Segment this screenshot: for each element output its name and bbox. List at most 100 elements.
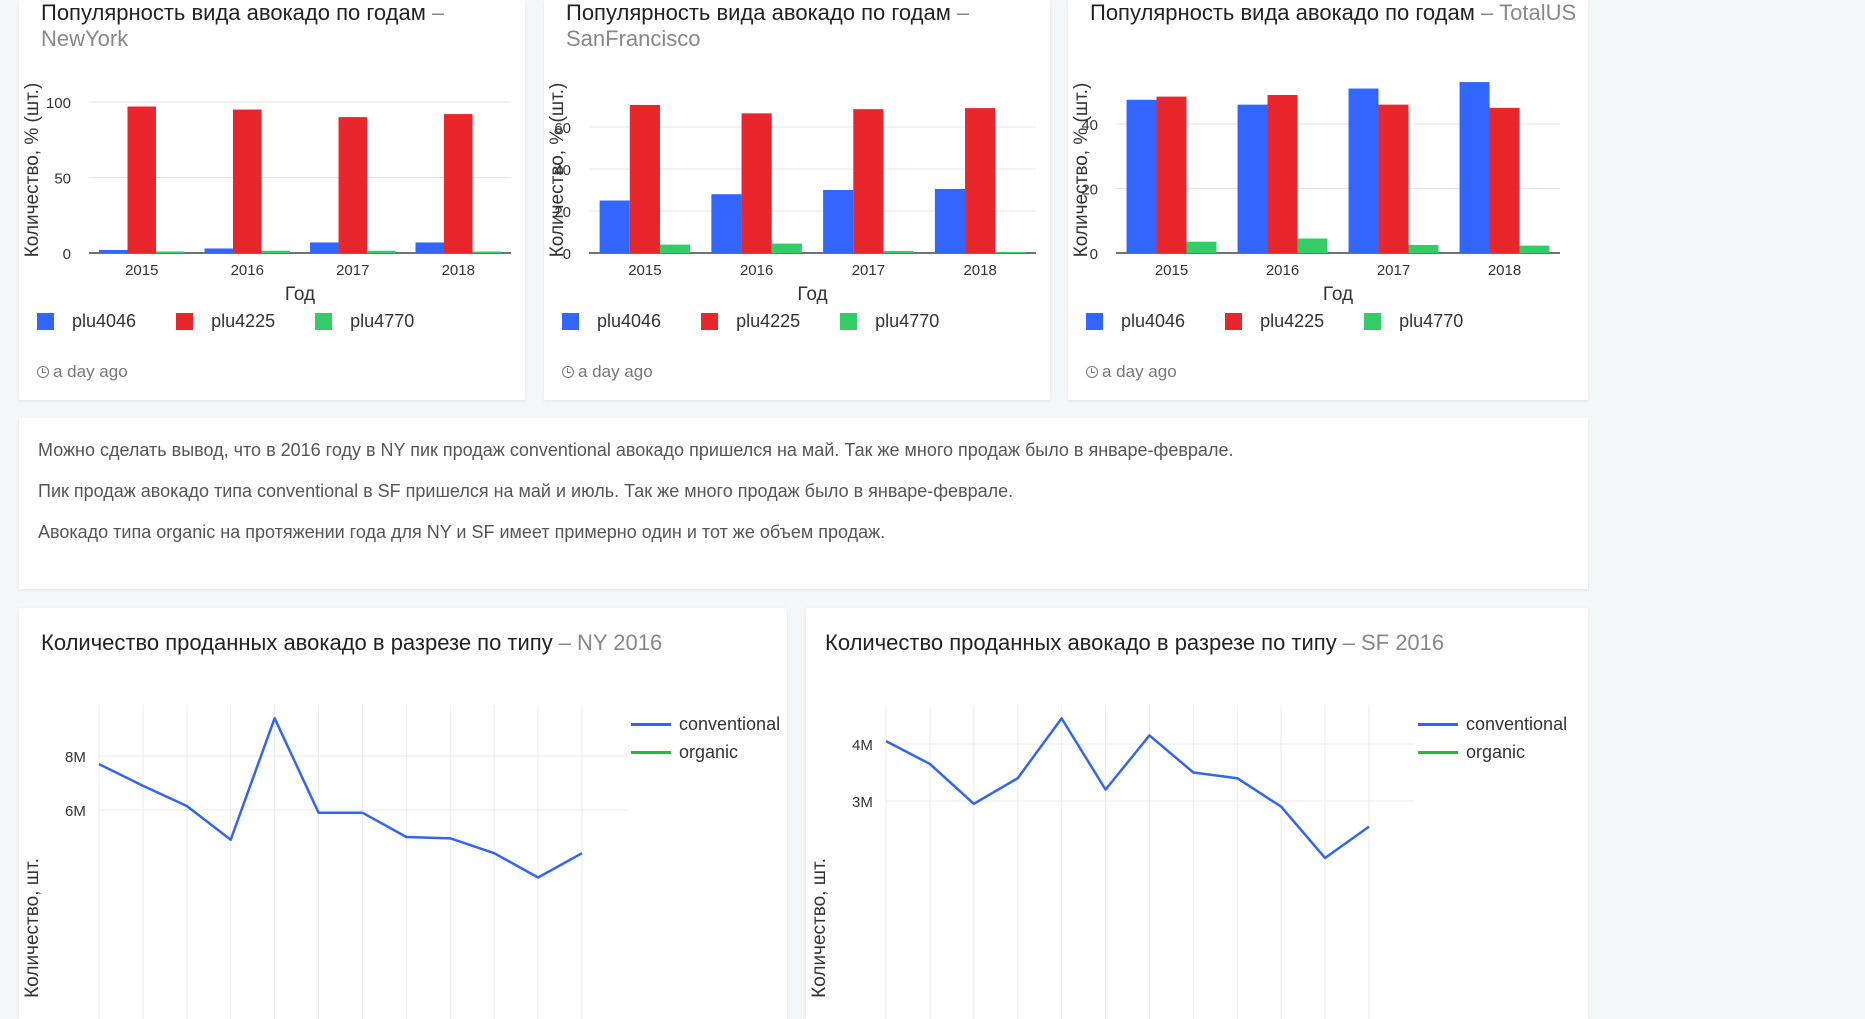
legend-item-plu4225[interactable]: plu4225 bbox=[1225, 311, 1324, 332]
legend-item-plu4046[interactable]: plu4046 bbox=[37, 311, 136, 332]
bar-plu4770-2017 bbox=[366, 250, 396, 253]
y-axis-title: Количество, % (шт.) bbox=[1071, 83, 1092, 258]
line-series-conventional bbox=[98, 716, 583, 879]
legend-item-plu4770[interactable]: plu4770 bbox=[315, 311, 414, 332]
legend-item-organic[interactable]: organic bbox=[1418, 738, 1567, 766]
legend-item-plu4046[interactable]: plu4046 bbox=[1086, 311, 1185, 332]
x-tick-label: 2017 bbox=[1377, 262, 1410, 279]
bar-plu4770-2016 bbox=[1297, 238, 1328, 253]
conclusion-paragraph: Можно сделать вывод, что в 2016 году в N… bbox=[38, 440, 1234, 460]
legend-label: organic bbox=[1466, 741, 1526, 762]
line-chart-ny-2016: 6M 8M Количество, шт. bbox=[22, 705, 627, 1019]
legend-item-plu4046[interactable]: plu4046 bbox=[562, 311, 661, 332]
bar-plu4046-2017 bbox=[823, 190, 854, 253]
bar-plu4046-2018 bbox=[1459, 82, 1490, 253]
conclusion-paragraph: Пик продаж авокадо типа conventional в S… bbox=[38, 481, 1014, 501]
bar-plu4770-2016 bbox=[771, 243, 802, 253]
timestamp: a day ago bbox=[37, 362, 128, 382]
legend-label: plu4225 bbox=[736, 311, 801, 331]
legend-item-conventional[interactable]: conventional bbox=[1418, 710, 1567, 738]
legend-swatch bbox=[176, 313, 194, 330]
bar-plu4770-2018 bbox=[472, 251, 501, 253]
line-card-ny-2016: Количество проданных авокадо в разрезе п… bbox=[19, 608, 787, 1019]
bar-plu4225-2018 bbox=[1489, 107, 1520, 253]
legend-line-swatch bbox=[1418, 722, 1458, 726]
y-axis-title: Количество, шт. bbox=[22, 858, 43, 998]
x-tick-label: 2018 bbox=[963, 262, 996, 279]
bar-plu4225-2017 bbox=[853, 109, 884, 254]
timestamp: a day ago bbox=[1086, 362, 1177, 382]
line-series-conventional bbox=[885, 717, 1370, 860]
legend-item-plu4225[interactable]: plu4225 bbox=[176, 311, 275, 332]
x-tick-label: 2018 bbox=[1488, 262, 1521, 279]
history-icon bbox=[562, 366, 574, 378]
history-icon bbox=[1086, 366, 1098, 378]
bar-plu4225-2018 bbox=[444, 114, 473, 253]
legend-swatch bbox=[1086, 313, 1103, 330]
bar-plu4225-2017 bbox=[1378, 104, 1409, 254]
timestamp: a day ago bbox=[562, 362, 653, 382]
bar-plu4770-2015 bbox=[659, 244, 691, 253]
bar-plu4225-2015 bbox=[629, 104, 660, 253]
bar-plu4770-2017 bbox=[883, 250, 914, 253]
legend-item-plu4770[interactable]: plu4770 bbox=[840, 311, 939, 332]
history-icon bbox=[37, 366, 49, 378]
bar-plu4046-2018 bbox=[934, 188, 966, 253]
line-chart-sf-2016: 3M 4M Количество, шт. bbox=[809, 705, 1414, 1019]
legend-swatch bbox=[562, 313, 579, 330]
x-tick-label: 2016 bbox=[740, 262, 773, 279]
y-tick-label: 0 bbox=[63, 246, 71, 263]
y-tick-label: 4M bbox=[852, 737, 873, 754]
x-tick-label: 2016 bbox=[1266, 262, 1299, 279]
bar-plu4046-2015 bbox=[1126, 99, 1157, 253]
bar-plu4225-2016 bbox=[741, 113, 772, 253]
bar-card-newyork: Популярность вида авокадо по годам – NewY… bbox=[19, 0, 525, 400]
bar-plu4046-2016 bbox=[204, 248, 234, 253]
legend-swatch bbox=[37, 313, 54, 330]
legend-line-swatch bbox=[631, 722, 671, 726]
x-tick-label: 2017 bbox=[852, 262, 885, 279]
y-tick-label: 50 bbox=[54, 171, 71, 188]
bar-plu4770-2018 bbox=[995, 251, 1026, 253]
line-card-sf-2016: Количество проданных авокадо в разрезе п… bbox=[806, 608, 1588, 1019]
y-tick-label: 3M bbox=[852, 794, 873, 811]
legend-label: plu4046 bbox=[72, 311, 137, 331]
legend-swatch bbox=[1364, 313, 1382, 330]
legend-swatch bbox=[1225, 313, 1243, 330]
bar-plu4770-2015 bbox=[1186, 241, 1217, 253]
bar-plu4225-2016 bbox=[233, 109, 262, 253]
conclusion-text-card: Можно сделать вывод, что в 2016 году в N… bbox=[19, 418, 1588, 589]
bar-plu4046-2016 bbox=[711, 194, 742, 253]
legend-item-plu4770[interactable]: plu4770 bbox=[1364, 311, 1463, 332]
legend-label: plu4225 bbox=[1260, 311, 1325, 331]
x-axis-title: Год bbox=[285, 284, 315, 305]
bar-plu4046-2015 bbox=[99, 249, 128, 253]
bar-plu4770-2017 bbox=[1408, 244, 1439, 253]
bar-plu4770-2018 bbox=[1519, 245, 1550, 253]
y-tick-label: 6M bbox=[65, 803, 86, 820]
bar-plu4046-2017 bbox=[310, 242, 339, 253]
legend-label: plu4770 bbox=[350, 311, 415, 331]
bar-plu4046-2015 bbox=[599, 200, 630, 253]
x-axis-title: Год bbox=[1323, 284, 1353, 305]
y-axis-title: Количество, % (шт.) bbox=[547, 83, 568, 258]
legend-item-organic[interactable]: organic bbox=[631, 738, 780, 766]
bar-card-sanfrancisco: Популярность вида авокадо по годам – SanF… bbox=[544, 0, 1050, 400]
y-axis-title: Количество, % (шт.) bbox=[22, 83, 43, 258]
chart-legend: plu4046 plu4225 plu4770 bbox=[1086, 311, 1463, 332]
legend-item-plu4225[interactable]: plu4225 bbox=[701, 311, 800, 332]
legend-label: organic bbox=[679, 741, 739, 762]
conclusion-paragraph: Авокадо типа organic на протяжении года … bbox=[38, 522, 886, 542]
bar-plu4046-2018 bbox=[415, 242, 445, 253]
x-tick-label: 2015 bbox=[628, 262, 661, 279]
legend-label: plu4225 bbox=[211, 311, 276, 331]
bar-chart-sanfrancisco: 02040602015 2016 2017 2018ГодКоличество, % … bbox=[547, 83, 1036, 305]
bar-chart-newyork: 0 50 100 2015 2016 2017 2018 Год Количество, % (… bbox=[22, 83, 511, 305]
bar-plu4770-2016 bbox=[261, 250, 290, 253]
bar-plu4225-2015 bbox=[1156, 96, 1187, 254]
legend-item-conventional[interactable]: conventional bbox=[631, 710, 780, 738]
legend-label: plu4770 bbox=[875, 311, 940, 331]
x-tick-label: 2018 bbox=[442, 262, 475, 279]
legend-swatch bbox=[840, 313, 858, 330]
x-tick-label: 2015 bbox=[1155, 262, 1188, 279]
